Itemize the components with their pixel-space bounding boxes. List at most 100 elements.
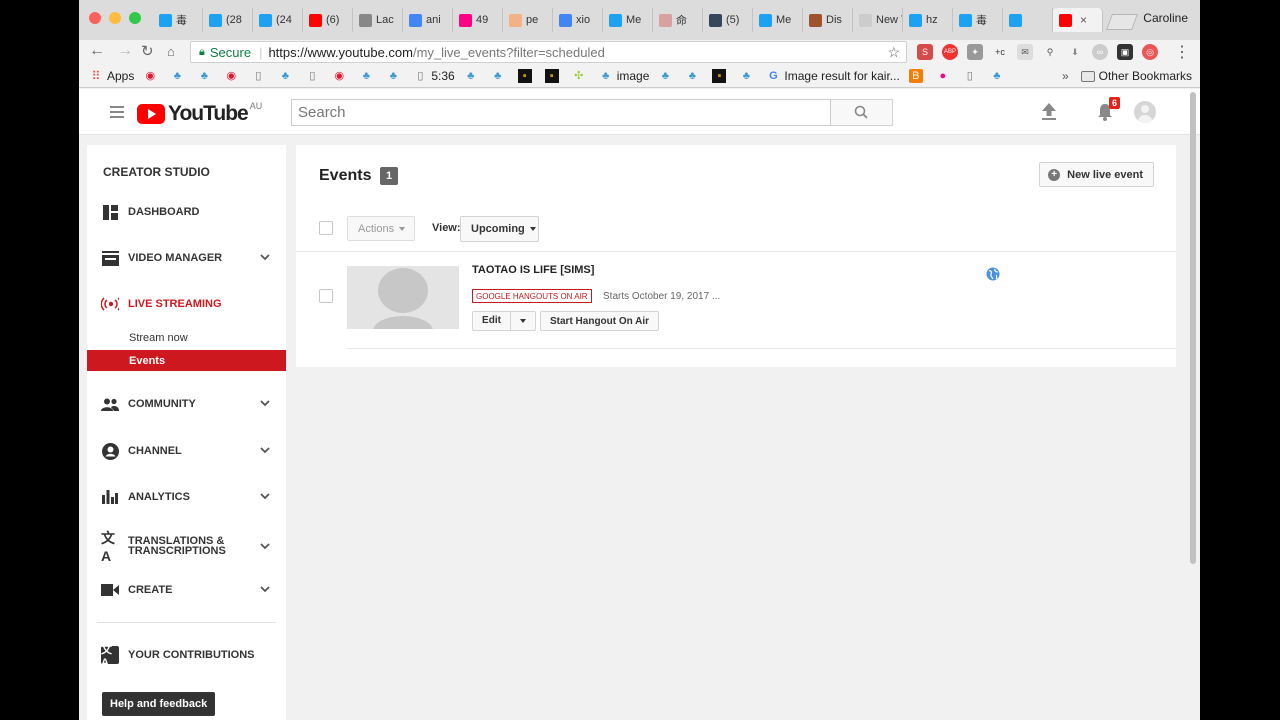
account-avatar[interactable] (1134, 101, 1156, 123)
extension-icon[interactable]: ▣ (1117, 44, 1133, 60)
extension-icon[interactable]: ✦ (967, 44, 983, 60)
bookmark-item[interactable]: ♣ (170, 69, 188, 83)
bookmark-item[interactable]: ♣ (359, 69, 377, 83)
edit-dropdown-toggle[interactable] (511, 319, 535, 323)
profile-name[interactable]: Caroline (1143, 11, 1188, 25)
bookmark-image-result[interactable]: G Image result for kair... (766, 69, 900, 83)
adblock-icon[interactable]: ABP (942, 44, 958, 60)
sidebar-subitem-stream-now[interactable]: Stream now (87, 327, 286, 348)
extension-icon[interactable]: ∞ (1092, 44, 1108, 60)
extension-icon[interactable]: ✉ (1017, 44, 1033, 60)
browser-tab[interactable]: (6) (303, 8, 353, 32)
minimize-window-button[interactable] (109, 12, 121, 24)
hamburger-menu-icon[interactable] (110, 106, 124, 121)
sidebar-item-video-manager[interactable]: VIDEO MANAGER (87, 247, 286, 269)
bookmark-item[interactable]: B (908, 68, 927, 83)
reload-icon[interactable]: ↻ (141, 42, 154, 60)
event-title-link[interactable]: TAOTAO IS LIFE [SIMS] (472, 264, 594, 276)
actions-dropdown[interactable]: Actions (347, 216, 415, 241)
browser-tab[interactable]: New T (853, 8, 903, 32)
sidebar-item-dashboard[interactable]: DASHBOARD (87, 201, 286, 223)
browser-menu-icon[interactable]: ⋮ (1174, 42, 1190, 62)
chevron-more-icon[interactable]: » (1062, 69, 1069, 83)
sidebar-item-channel[interactable]: CHANNEL (87, 440, 286, 462)
edit-button[interactable]: Edit (472, 311, 536, 331)
bookmark-item[interactable]: ♣ (658, 69, 676, 83)
bookmark-image[interactable]: ♣ image (599, 69, 649, 83)
bookmark-item[interactable]: ● (936, 69, 954, 83)
sidebar-item-analytics[interactable]: ANALYTICS (87, 486, 286, 508)
select-all-checkbox[interactable] (319, 221, 333, 235)
bookmark-item[interactable]: ◉ (332, 69, 350, 83)
bookmark-item[interactable]: ✣ (572, 69, 590, 83)
bookmark-item[interactable]: ♣ (491, 69, 509, 83)
bookmark-star-icon[interactable]: ☆ (887, 44, 900, 61)
home-icon[interactable]: ⌂ (167, 44, 175, 59)
page-scrollbar[interactable] (1190, 92, 1196, 564)
bookmark-item[interactable]: ▯ (251, 69, 269, 83)
browser-tab[interactable]: 命 (653, 8, 703, 32)
browser-tab[interactable]: 毒 (953, 8, 1003, 32)
browser-tab[interactable]: (24 (253, 8, 303, 32)
extension-icon[interactable]: ◎ (1142, 44, 1158, 60)
sidebar-item-create[interactable]: CREATE (87, 579, 286, 601)
bookmark-item[interactable]: ▪ (544, 68, 563, 83)
browser-tab[interactable]: Dis (803, 8, 853, 32)
browser-tab[interactable]: hz (903, 8, 953, 32)
bookmark-time[interactable]: ▯ 5:36 (413, 69, 454, 83)
browser-tab[interactable]: 毒 (153, 8, 203, 32)
translate-icon[interactable]: +c (992, 44, 1008, 60)
bookmark-item[interactable]: ♣ (278, 69, 296, 83)
forward-icon[interactable]: → (117, 42, 133, 60)
bookmark-item[interactable]: ◉ (224, 69, 242, 83)
sidebar-item-live-streaming[interactable]: LIVE STREAMING (87, 293, 286, 315)
bookmark-item[interactable]: ♣ (386, 69, 404, 83)
bookmark-item[interactable]: ▪ (517, 68, 536, 83)
browser-tab[interactable] (1003, 8, 1053, 32)
view-filter-dropdown[interactable]: Upcoming (460, 216, 539, 242)
start-hangout-button[interactable]: Start Hangout On Air (540, 311, 660, 331)
bookmark-item[interactable]: ♣ (990, 69, 1008, 83)
bookmark-item[interactable]: ♣ (739, 69, 757, 83)
new-tab-button[interactable] (1106, 14, 1138, 30)
bookmark-other[interactable]: » Other Bookmarks (1062, 69, 1192, 83)
new-live-event-button[interactable]: + New live event (1039, 162, 1154, 187)
extension-icon[interactable]: S (917, 44, 933, 60)
extension-icon[interactable]: ⚲ (1042, 44, 1058, 60)
browser-tab[interactable]: (5) (703, 8, 753, 32)
back-icon[interactable]: ← (89, 42, 105, 60)
sidebar-item-translations[interactable]: 文A TRANSLATIONS & TRANSCRIPTIONS (87, 530, 286, 564)
browser-tab[interactable]: Lac (353, 8, 403, 32)
bookmark-item[interactable]: ▯ (305, 69, 323, 83)
sidebar-item-community[interactable]: COMMUNITY (87, 393, 286, 415)
browser-tab[interactable]: Me (603, 8, 653, 32)
close-window-button[interactable] (89, 12, 101, 24)
sidebar-subitem-events[interactable]: Events (87, 350, 286, 371)
address-bar[interactable]: 🔒︎ Secure | https://www.youtube.com /my_… (190, 41, 907, 63)
event-row-checkbox[interactable] (319, 289, 333, 303)
bookmark-item[interactable]: ♣ (685, 69, 703, 83)
browser-tab[interactable]: × (1053, 8, 1103, 32)
maximize-window-button[interactable] (129, 12, 141, 24)
sidebar-item-contributions[interactable]: 文A YOUR CONTRIBUTIONS (87, 644, 286, 669)
bookmark-item[interactable]: ◉ (143, 69, 161, 83)
browser-tab[interactable]: Me (753, 8, 803, 32)
browser-tab[interactable]: (28 (203, 8, 253, 32)
bookmark-item[interactable]: ♣ (464, 69, 482, 83)
upload-icon[interactable] (1042, 103, 1056, 120)
browser-tab[interactable]: ani (403, 8, 453, 32)
search-button[interactable] (831, 99, 893, 126)
search-input[interactable]: Search (291, 99, 831, 126)
browser-tab[interactable]: 49 (453, 8, 503, 32)
bookmark-item[interactable]: ♣ (197, 69, 215, 83)
help-feedback-button[interactable]: Help and feedback (102, 692, 216, 716)
close-tab-icon[interactable]: × (1080, 13, 1087, 27)
bookmark-apps[interactable]: ⠿ Apps (89, 69, 135, 83)
download-icon[interactable]: ⬇ (1067, 44, 1083, 60)
browser-tab[interactable]: pe (503, 8, 553, 32)
event-thumbnail[interactable] (347, 266, 459, 329)
browser-tab[interactable]: xio (553, 8, 603, 32)
youtube-logo[interactable]: YouTube AU (137, 101, 262, 126)
bookmark-item[interactable]: ▪ (712, 68, 730, 83)
bookmark-item[interactable]: ▯ (963, 69, 981, 83)
